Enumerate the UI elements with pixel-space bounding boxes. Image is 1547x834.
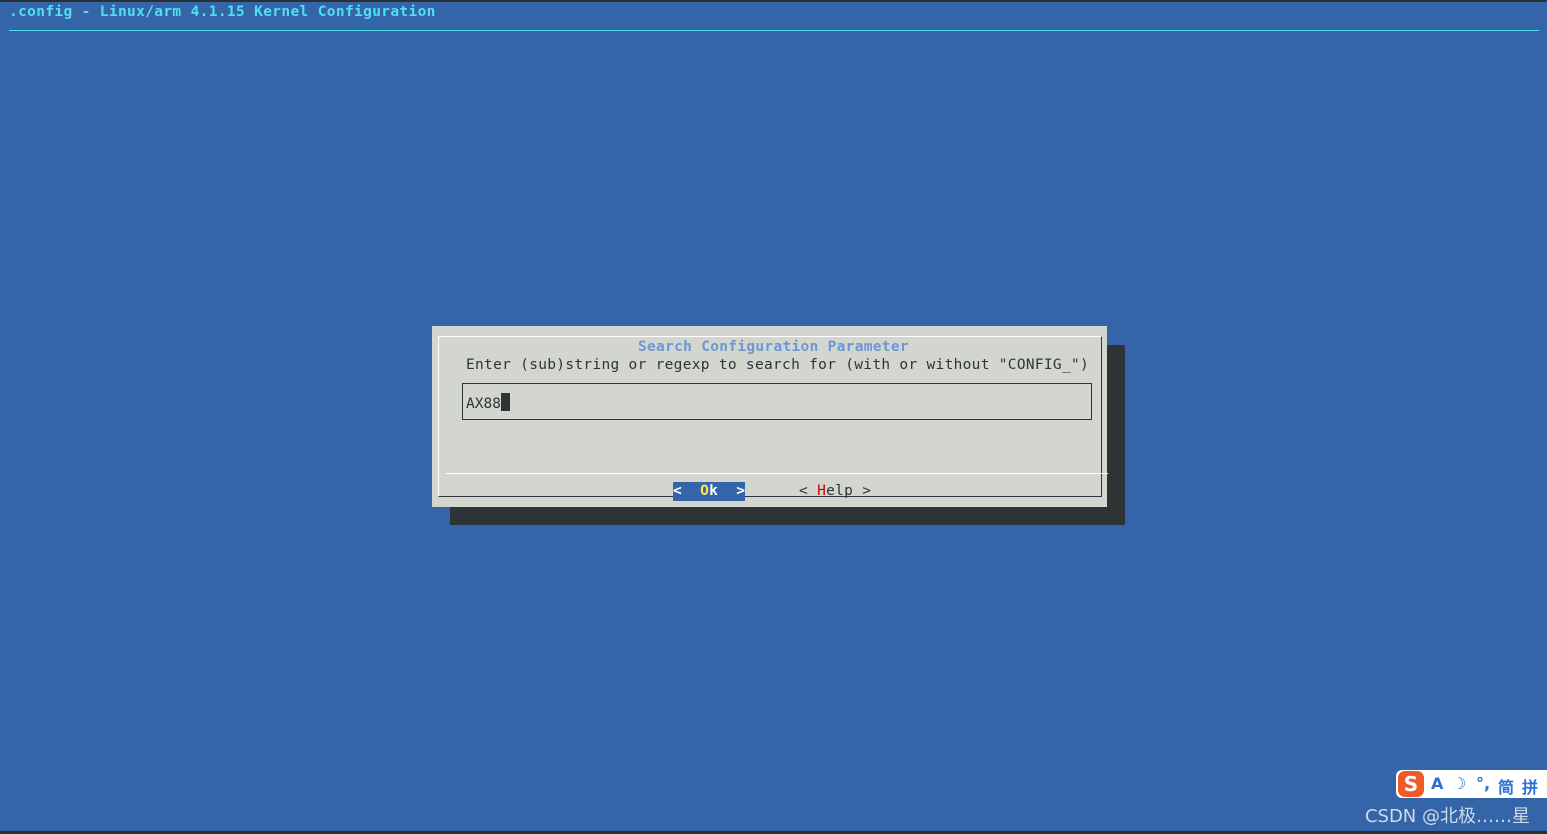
ok-bracket-right: > bbox=[736, 483, 746, 499]
search-input-text[interactable]: AX88 bbox=[466, 396, 501, 412]
title-rule bbox=[9, 30, 1539, 31]
text-cursor bbox=[500, 393, 510, 411]
search-input-value[interactable]: AX88 bbox=[466, 393, 510, 412]
watermark: CSDN @北极……星 bbox=[1364, 806, 1530, 827]
ime-letter-mode-icon[interactable]: A bbox=[1431, 774, 1443, 793]
ok-bracket-left: < bbox=[673, 483, 683, 499]
ime-punctuation-icon[interactable]: °, bbox=[1476, 774, 1490, 793]
search-dialog: Search Configuration Parameter Enter (su… bbox=[432, 326, 1110, 507]
ime-pinyin-toggle[interactable]: 拼 bbox=[1522, 774, 1538, 798]
ime-simplified-toggle[interactable]: 简 bbox=[1498, 774, 1514, 798]
dialog-frame: Search Configuration Parameter Enter (su… bbox=[438, 336, 1110, 501]
ok-hotkey: O bbox=[700, 483, 710, 499]
search-input[interactable]: AX88 bbox=[462, 383, 1092, 420]
help-label-rest: elp bbox=[826, 483, 854, 499]
help-hotkey: H bbox=[817, 483, 827, 499]
ok-label-rest: k bbox=[709, 483, 719, 499]
sogou-logo-icon[interactable]: S bbox=[1398, 771, 1424, 797]
dialog-title: Search Configuration Parameter bbox=[633, 339, 914, 355]
ime-halfwidth-icon[interactable]: ☽ bbox=[1452, 774, 1466, 793]
button-separator bbox=[446, 473, 1108, 474]
top-border bbox=[0, 0, 1547, 2]
separator-end bbox=[1108, 469, 1110, 474]
help-button[interactable]: < Help > bbox=[799, 482, 871, 501]
help-bracket-right: > bbox=[862, 483, 872, 499]
ime-toolbar[interactable]: S A ☽ °, 简 拼 bbox=[1396, 770, 1547, 798]
help-bracket-left: < bbox=[799, 483, 809, 499]
ok-button[interactable]: < Ok > bbox=[673, 482, 745, 501]
search-prompt: Enter (sub)string or regexp to search fo… bbox=[466, 357, 1090, 373]
window-title: .config - Linux/arm 4.1.15 Kernel Config… bbox=[9, 4, 436, 20]
